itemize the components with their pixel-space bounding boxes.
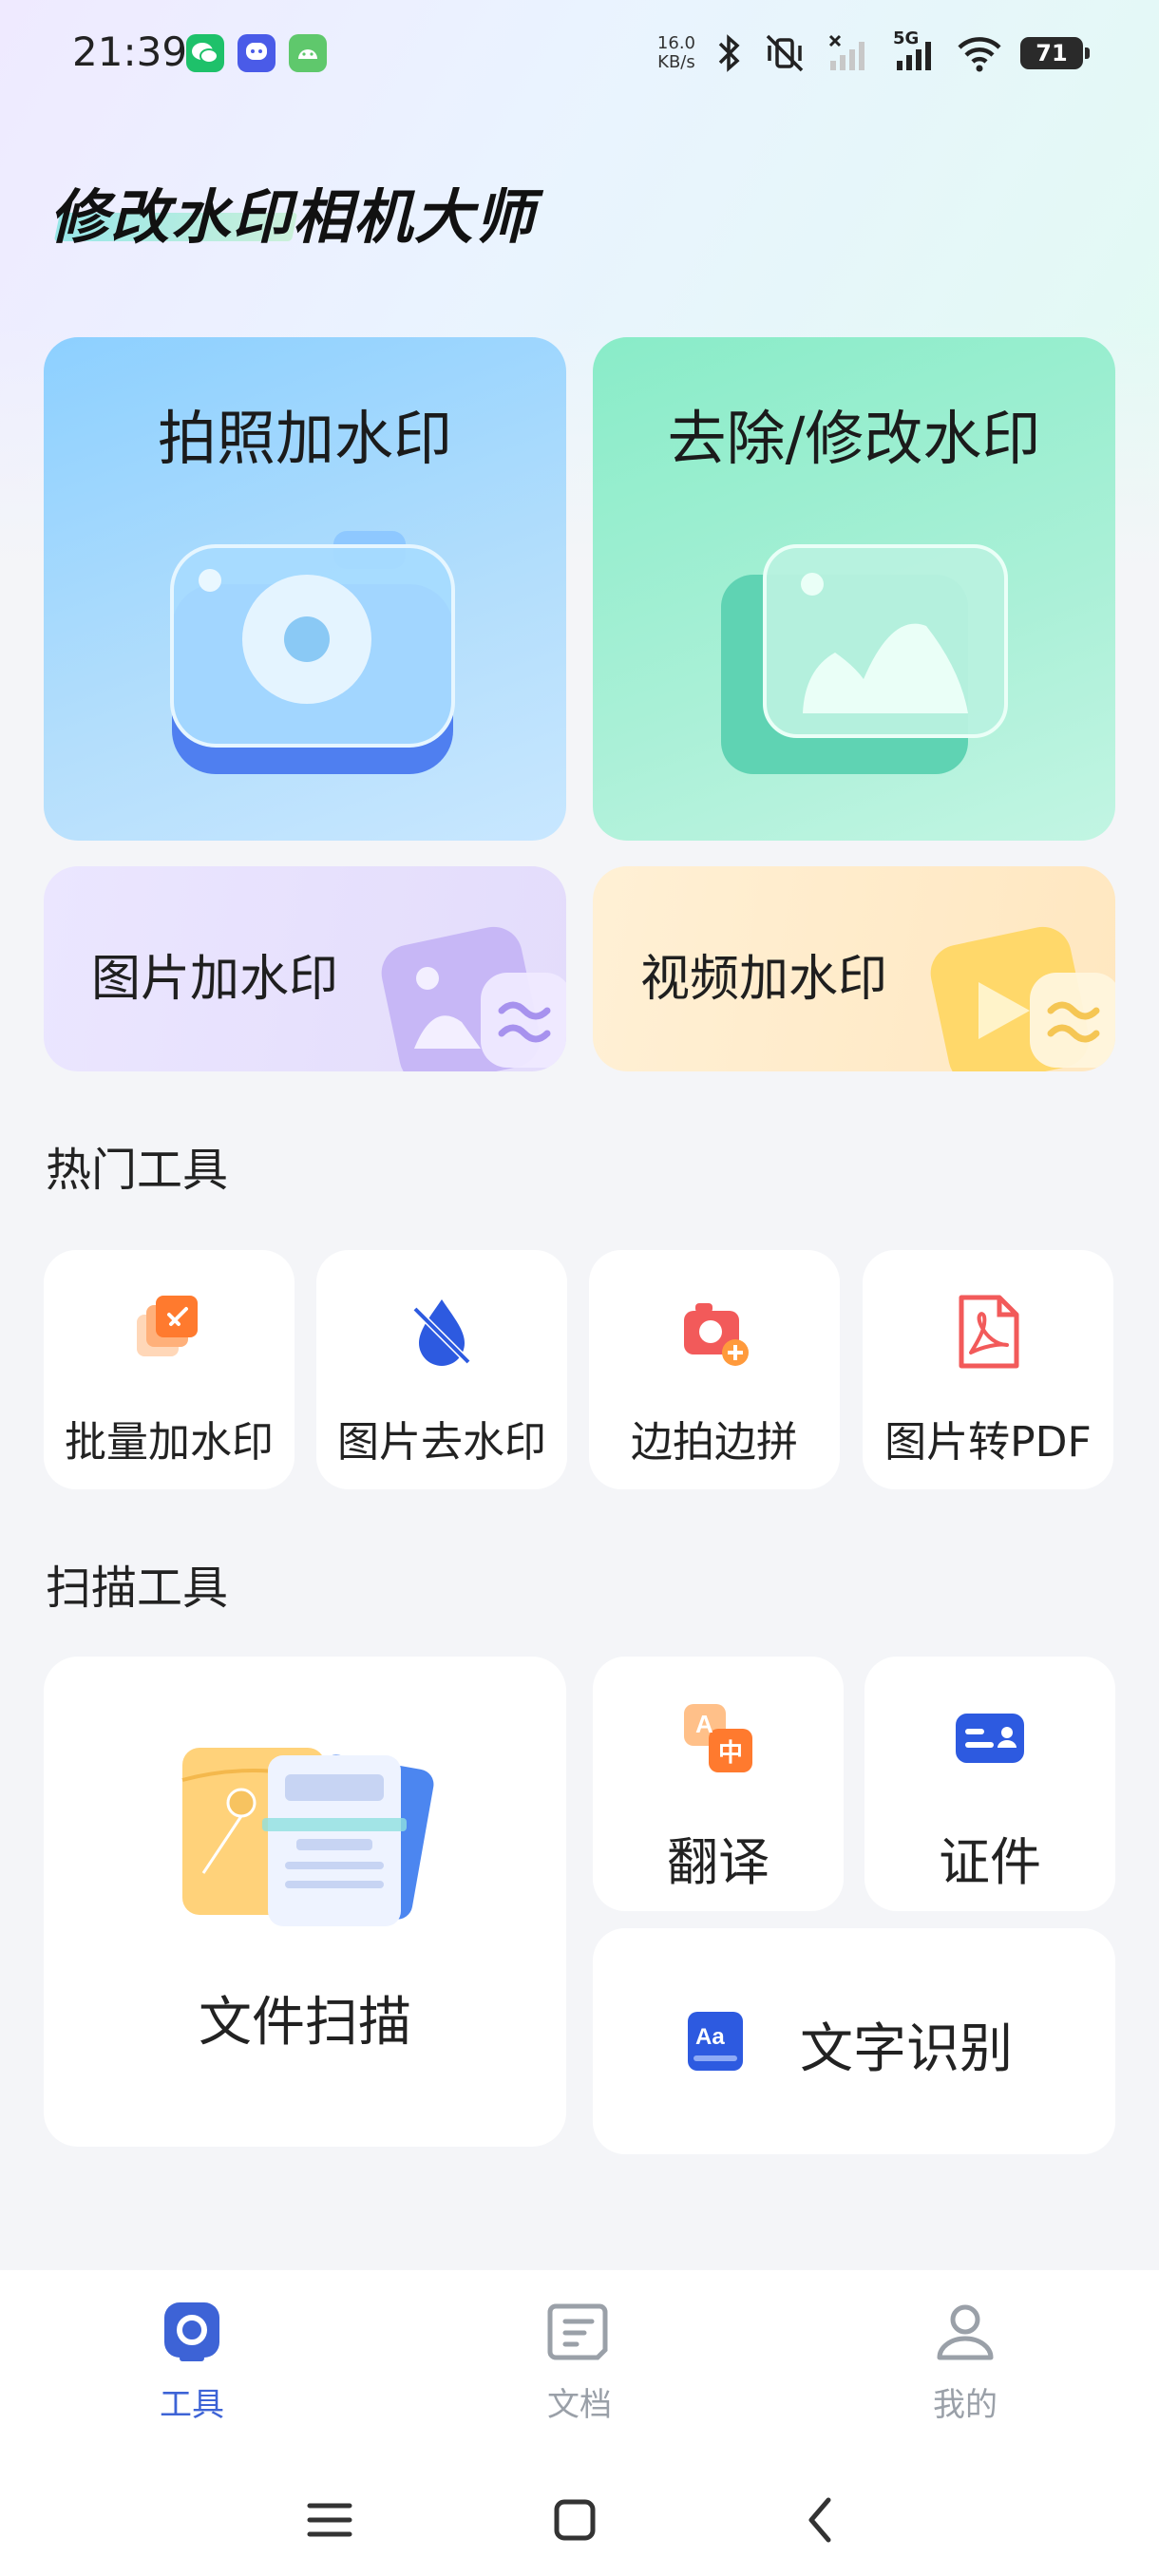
nav-tools[interactable]: 工具 xyxy=(116,2299,268,2424)
image-watermark-card[interactable]: 图片加水印 xyxy=(44,866,566,1071)
net-speed-value: 16.0 xyxy=(656,33,695,53)
take-photo-watermark-card[interactable]: 拍照加水印 xyxy=(44,337,566,841)
ocr-label: 文字识别 xyxy=(800,2018,1013,2080)
id-card-tool[interactable]: 证件 xyxy=(864,1657,1115,1911)
nav-documents-label: 文档 xyxy=(547,2386,612,2424)
profile-tab-icon xyxy=(937,2304,994,2360)
nav-mine-label: 我的 xyxy=(933,2386,998,2424)
document-scan-icon xyxy=(181,1748,434,1926)
ocr-icon: Aa xyxy=(688,2012,743,2071)
signal-sim2-icon xyxy=(897,42,931,70)
tools-tab-icon xyxy=(164,2302,219,2361)
batch-watermark-icon xyxy=(137,1296,198,1356)
image-to-pdf-tool[interactable]: 图片转PDF xyxy=(863,1250,1113,1489)
translate-icon-zh: 中 xyxy=(718,1739,743,1768)
image-remove-watermark-tool[interactable]: 图片去水印 xyxy=(316,1250,567,1489)
mute-vibrate-icon xyxy=(766,34,804,72)
ocr-tool[interactable]: Aa 文字识别 xyxy=(593,1928,1115,2154)
android-icon xyxy=(289,34,327,72)
back-icon[interactable] xyxy=(788,2487,855,2553)
image-watermark-label: 图片加水印 xyxy=(91,951,339,1008)
wifi-icon xyxy=(958,37,1001,72)
id-card-icon xyxy=(956,1714,1024,1763)
nav-mine[interactable]: 我的 xyxy=(889,2299,1041,2424)
batch-watermark-label: 批量加水印 xyxy=(65,1418,274,1467)
hot-tools-heading: 热门工具 xyxy=(46,1144,229,1197)
app-title: 修改水印相机大师 xyxy=(49,182,537,252)
camera-icon xyxy=(170,531,455,774)
pdf-icon xyxy=(959,1295,1019,1369)
bottom-nav: 工具 文档 我的 xyxy=(0,2270,1159,2460)
app-title-block: 修改水印相机大师 xyxy=(49,163,581,258)
video-watermark-label: 视频加水印 xyxy=(640,951,888,1008)
image-remove-watermark-label: 图片去水印 xyxy=(337,1418,546,1467)
picture-watermark-icon xyxy=(381,926,566,1071)
nav-documents[interactable]: 文档 xyxy=(504,2299,656,2424)
net-speed-unit: KB/s xyxy=(657,52,695,72)
remove-edit-watermark-card[interactable]: 去除/修改水印 xyxy=(593,337,1115,841)
home-icon[interactable] xyxy=(542,2487,608,2553)
translate-icon-a: A xyxy=(695,1710,713,1738)
signal-sim1-icon xyxy=(828,34,864,70)
video-watermark-card[interactable]: 视频加水印 xyxy=(593,866,1115,1071)
wechat-icon xyxy=(186,34,224,72)
image-to-pdf-label: 图片转PDF xyxy=(884,1418,1092,1467)
signal-sim2: 5G xyxy=(891,28,939,74)
scan-tools-heading: 扫描工具 xyxy=(46,1562,229,1615)
id-card-label: 证件 xyxy=(939,1832,1041,1892)
net-speed: 16.0 KB/s xyxy=(657,34,695,72)
bluetooth-icon xyxy=(718,34,740,72)
camera-plus-icon xyxy=(684,1303,749,1366)
video-watermark-icon xyxy=(930,926,1115,1071)
take-photo-label: 拍照加水印 xyxy=(157,404,452,473)
status-icons: 16.0 KB/s 5G 71 xyxy=(657,27,1090,80)
document-scan-label: 文件扫描 xyxy=(199,1992,411,2054)
shoot-and-stitch-tool[interactable]: 边拍边拼 xyxy=(589,1250,840,1489)
batch-watermark-tool[interactable]: 批量加水印 xyxy=(44,1250,294,1489)
battery-indicator: 71 xyxy=(1020,37,1090,69)
menu-icon[interactable] xyxy=(296,2487,363,2553)
translate-tool[interactable]: A 中 翻译 xyxy=(593,1657,844,1911)
status-bar: 21:39 16.0 KB/s 5G 71 xyxy=(0,0,1159,104)
water-drop-slash-icon xyxy=(412,1299,471,1366)
translate-label: 翻译 xyxy=(667,1832,770,1892)
chat-app-icon xyxy=(238,34,276,72)
translate-icon: A 中 xyxy=(684,1704,752,1772)
status-time: 21:39 xyxy=(72,28,188,75)
image-icon xyxy=(721,544,1008,774)
remove-edit-label: 去除/修改水印 xyxy=(667,404,1041,473)
document-tab-icon xyxy=(547,2303,608,2360)
system-nav-bar xyxy=(0,2460,1159,2576)
document-scan-tool[interactable]: 文件扫描 xyxy=(44,1657,566,2147)
shoot-and-stitch-label: 边拍边拼 xyxy=(631,1418,798,1467)
ocr-icon-text: Aa xyxy=(695,2024,725,2050)
nav-tools-label: 工具 xyxy=(160,2386,224,2424)
